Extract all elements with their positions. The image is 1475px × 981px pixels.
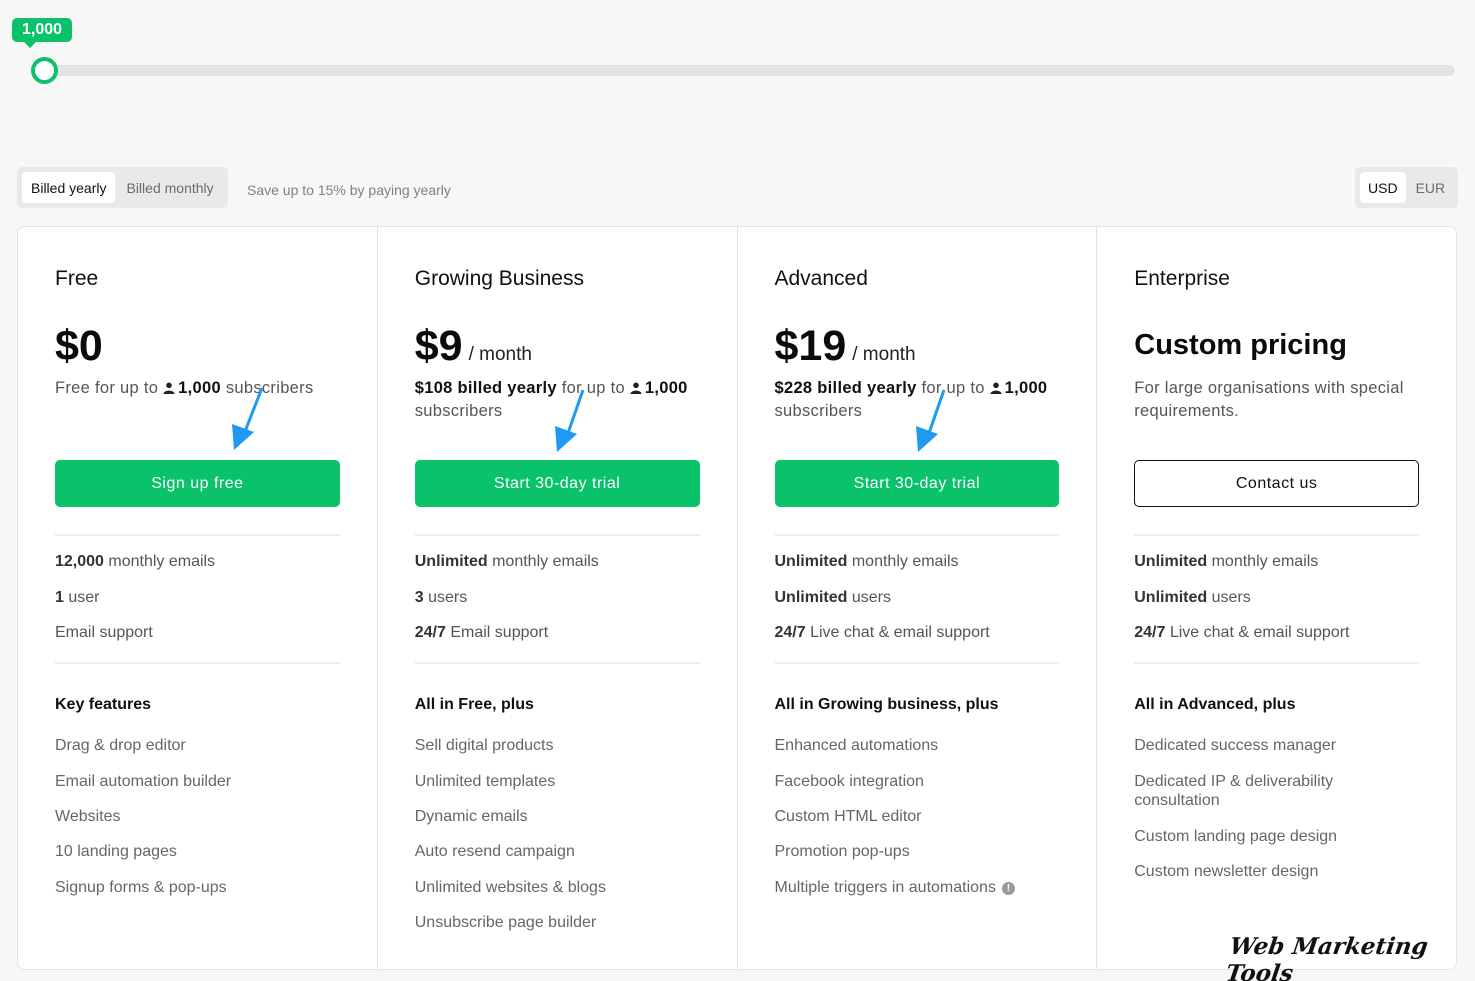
plan-description: Free for up to 1,000 subscribers — [55, 377, 350, 400]
subscriber-count: 1,000 — [178, 379, 221, 397]
currency-option-usd[interactable]: USD — [1360, 172, 1406, 203]
currency-option-eur[interactable]: EUR — [1408, 172, 1454, 203]
feature-item: Drag & drop editor — [55, 737, 186, 754]
quota-users: Unlimited users — [774, 589, 891, 606]
divider — [1134, 662, 1419, 664]
feature-item: Custom landing page design — [1134, 828, 1338, 845]
watermark-logo: Web Marketing Tools — [1224, 933, 1430, 981]
plan-name: Growing Business — [414, 267, 584, 290]
billing-option-monthly[interactable]: Billed monthly — [117, 172, 222, 203]
quota-emails: 12,000 monthly emails — [55, 553, 216, 570]
feature-item: Multiple triggers in automations! — [775, 878, 1060, 897]
feature-item: Dynamic emails — [414, 808, 528, 825]
feature-item: Sell digital products — [414, 737, 554, 754]
feature-item: Unlimited templates — [414, 773, 556, 790]
billed-yearly-amount: $108 billed yearly — [414, 379, 557, 397]
quota-support: 24/7 Email support — [414, 624, 549, 641]
quota-users: 3 users — [414, 589, 468, 606]
plan-price: $0 — [55, 322, 103, 370]
plan-card-free: Free $0 Free for up to 1,000 subscribers… — [18, 227, 378, 969]
info-icon[interactable]: ! — [1001, 882, 1015, 895]
slider-value-bubble: 1,000 — [12, 18, 73, 48]
subscriber-count: 1,000 — [644, 379, 688, 397]
annotation-arrow-icon — [555, 389, 585, 452]
plan-description: For large organisations with special req… — [1134, 379, 1404, 420]
divider — [1134, 534, 1419, 536]
price-row: $19 / month — [775, 322, 916, 371]
plan-name: Advanced — [774, 267, 868, 290]
feature-item: Signup forms & pop-ups — [55, 879, 227, 896]
price-period: / month — [852, 344, 916, 365]
user-icon — [990, 382, 1002, 394]
quota-support: 24/7 Live chat & email support — [774, 624, 990, 641]
quota-support: Email support — [55, 624, 153, 641]
quota-users: Unlimited users — [1134, 589, 1251, 606]
price-period: / month — [468, 344, 532, 365]
feature-item: Enhanced automations — [774, 737, 939, 754]
billing-toggle: Billed yearly Billed monthly — [17, 167, 228, 208]
quota-emails: Unlimited monthly emails — [414, 553, 599, 570]
billing-option-yearly[interactable]: Billed yearly — [22, 172, 116, 203]
divider — [414, 662, 700, 664]
slider-handle[interactable] — [31, 57, 58, 84]
user-icon — [630, 382, 642, 394]
start-trial-button[interactable]: Start 30-day trial — [414, 460, 700, 507]
quota-emails: Unlimited monthly emails — [774, 553, 959, 570]
feature-item: Unlimited websites & blogs — [414, 879, 606, 896]
feature-item: Dedicated IP & deliverability consultati… — [1134, 773, 1334, 809]
plan-price: Custom pricing — [1134, 329, 1347, 361]
pricing-plans: Free $0 Free for up to 1,000 subscribers… — [17, 226, 1457, 970]
annotation-arrow-icon — [232, 387, 264, 450]
annotation-arrow-icon — [916, 389, 946, 452]
plan-card-enterprise: Enterprise Custom pricing For large orga… — [1097, 227, 1456, 969]
feature-item: Unsubscribe page builder — [414, 914, 597, 931]
quota-emails: Unlimited monthly emails — [1134, 553, 1319, 570]
desc-prefix: Free for up to — [55, 379, 159, 397]
features-title: All in Growing business, plus — [774, 696, 999, 713]
plan-name: Free — [55, 267, 99, 290]
price-row: $9 / month — [415, 322, 532, 371]
user-icon — [163, 382, 175, 394]
sign-up-free-button[interactable]: Sign up free — [55, 460, 340, 507]
plan-name: Enterprise — [1134, 267, 1230, 290]
features-title: All in Free, plus — [414, 696, 534, 713]
contact-us-button[interactable]: Contact us — [1134, 460, 1419, 507]
feature-item: Promotion pop-ups — [774, 843, 910, 860]
quota-support: 24/7 Live chat & email support — [1134, 624, 1350, 641]
desc-suffix: subscribers — [774, 402, 863, 420]
price-row: $0 — [55, 322, 103, 371]
feature-item: 10 landing pages — [55, 843, 177, 860]
subscriber-count: 1,000 — [1004, 379, 1048, 397]
divider — [774, 662, 1060, 664]
feature-item: Websites — [55, 808, 121, 825]
plan-card-advanced: Advanced $19 / month $228 billed yearly … — [738, 227, 1098, 969]
subscriber-slider-track[interactable] — [44, 65, 1455, 76]
plan-card-growing-business: Growing Business $9 / month $108 billed … — [378, 227, 738, 969]
feature-item: Dedicated success manager — [1134, 737, 1337, 754]
feature-item: Auto resend campaign — [414, 843, 575, 860]
features-title: All in Advanced, plus — [1134, 696, 1296, 713]
save-note: Save up to 15% by paying yearly — [247, 182, 451, 198]
divider — [414, 534, 700, 536]
desc-suffix: subscribers — [414, 402, 503, 420]
currency-toggle: USD EUR — [1355, 167, 1459, 208]
plan-price: $19 — [774, 322, 847, 370]
feature-item: Custom newsletter design — [1134, 863, 1319, 880]
billed-yearly-amount: $228 billed yearly — [774, 379, 917, 397]
divider — [55, 662, 340, 664]
start-trial-button[interactable]: Start 30-day trial — [774, 460, 1060, 507]
plan-price: $9 — [414, 322, 463, 370]
divider — [55, 534, 340, 536]
features-title: Key features — [55, 696, 152, 713]
feature-item: Email automation builder — [55, 773, 232, 790]
quota-users: 1 user — [55, 589, 100, 606]
feature-item: Facebook integration — [774, 773, 924, 790]
feature-item: Custom HTML editor — [774, 808, 922, 825]
divider — [774, 534, 1060, 536]
